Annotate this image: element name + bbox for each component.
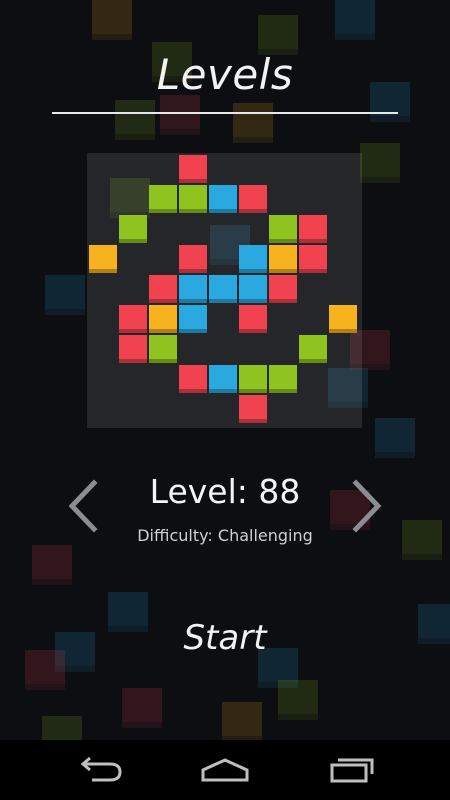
title-divider (52, 112, 398, 114)
level-block-green (149, 185, 177, 213)
level-preview-board (87, 153, 362, 428)
level-block-red (179, 245, 207, 273)
level-block-red (179, 365, 207, 393)
level-block-blue (209, 365, 237, 393)
page-title: Levels (156, 50, 294, 99)
level-block-red (299, 245, 327, 273)
level-block-red (239, 305, 267, 333)
level-block-red (179, 155, 207, 183)
next-level-button[interactable] (346, 479, 386, 533)
level-block-green (149, 335, 177, 363)
level-block-blue (179, 305, 207, 333)
level-block-red (119, 335, 147, 363)
level-block-green (269, 365, 297, 393)
level-block-blue (209, 185, 237, 213)
background-square (45, 275, 85, 315)
background-square (122, 688, 162, 728)
nav-home-button[interactable] (195, 750, 255, 790)
level-block-blue (239, 245, 267, 273)
background-square (92, 0, 132, 40)
background-square (278, 680, 318, 720)
level-block-green (179, 185, 207, 213)
nav-recent-apps-button[interactable] (322, 750, 382, 790)
level-block-red (149, 275, 177, 303)
start-button[interactable]: Start (150, 610, 300, 666)
recent-apps-icon (330, 758, 374, 783)
level-block-red (299, 215, 327, 243)
background-square (115, 100, 155, 140)
level-block-green (269, 215, 297, 243)
level-block-blue (179, 275, 207, 303)
chevron-right-icon (352, 479, 382, 533)
background-square (233, 103, 273, 143)
level-block-green (299, 335, 327, 363)
level-block-green (119, 215, 147, 243)
level-block-red (239, 185, 267, 213)
system-navigation-bar (0, 740, 450, 800)
background-square (160, 95, 200, 135)
back-icon (80, 756, 122, 782)
background-square (335, 0, 375, 40)
background-square (258, 15, 298, 55)
level-block-orange (89, 245, 117, 273)
background-square (32, 545, 72, 585)
background-square (418, 604, 450, 644)
level-block-green (239, 365, 267, 393)
home-icon (201, 758, 249, 782)
background-square (25, 650, 65, 690)
background-square (42, 716, 82, 740)
background-square (108, 592, 148, 632)
background-square (375, 418, 415, 458)
level-block-blue (239, 275, 267, 303)
level-block-red (119, 305, 147, 333)
level-block-orange (149, 305, 177, 333)
level-block-orange (329, 305, 357, 333)
level-block-orange (269, 245, 297, 273)
level-block-blue (209, 275, 237, 303)
nav-back-button[interactable] (70, 750, 130, 790)
background-square (360, 143, 400, 183)
level-block-red (239, 395, 267, 423)
level-block-red (269, 275, 297, 303)
background-square (222, 702, 262, 740)
